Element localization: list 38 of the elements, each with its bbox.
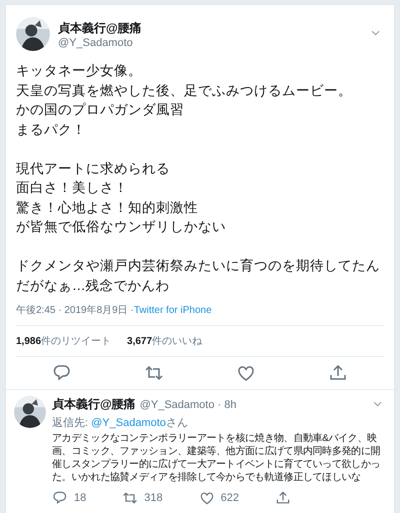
tweet-text-line: ドクメンタや瀬戸内芸術祭みたいに育つのを期待してたんだがなぁ…残念でかんわ — [16, 257, 381, 294]
tweet-text-line: 天皇の写真を燃やした後、足でふみつけるムービー。 — [16, 82, 353, 100]
heart-icon — [198, 490, 215, 506]
avatar[interactable] — [14, 396, 46, 428]
share-button[interactable] — [274, 490, 291, 506]
share-icon — [328, 363, 348, 383]
stat-count[interactable]: 3,677件のいいね — [127, 334, 202, 348]
avatar[interactable] — [16, 17, 50, 51]
share-button[interactable] — [328, 363, 348, 383]
speech-bubble-icon — [52, 490, 68, 506]
retweet-button[interactable]: 318 — [122, 490, 163, 506]
retweet-icon — [144, 363, 164, 383]
user-name: 貞本義行@腰痛 — [58, 20, 143, 36]
like-button[interactable] — [236, 363, 256, 383]
retweet-icon — [122, 490, 138, 506]
tweet-text-line: 驚き！心地よさ！知的刺激性 — [16, 198, 199, 216]
share-icon — [274, 490, 291, 506]
tweet-text-line: キッタネー少女像。 — [16, 62, 143, 80]
source-link[interactable]: Twitter for iPhone — [134, 305, 212, 316]
user-name: 貞本義行@腰痛 — [52, 396, 136, 413]
retweet-button[interactable] — [144, 363, 164, 383]
user-handle: @Y_Sadamoto · 8h — [140, 398, 236, 410]
tweet-text-line: が皆無で低俗なウンザリしかない — [16, 218, 227, 236]
tweet-text-line: まるパク！ — [16, 120, 87, 138]
reply-to-line: 返信先: @Y_Sadamotoさん — [52, 416, 189, 430]
mention-link[interactable]: @Y_Sadamoto — [91, 417, 166, 429]
tweet-text-line: かの国のプロパガンダ風習 — [16, 101, 185, 119]
heart-icon — [236, 363, 256, 383]
tweet-text-line: 面白さ！美しさ！ — [16, 179, 129, 197]
reply-button[interactable]: 18 — [52, 490, 86, 506]
like-button[interactable]: 622 — [198, 490, 239, 506]
tweet-timestamp: 午後2:45 · 2019年8月9日 · — [16, 304, 134, 317]
user-handle: @Y_Sadamoto — [58, 36, 134, 48]
reply-button[interactable] — [52, 363, 72, 383]
tweet-text-line: 現代アートに求められる — [16, 160, 171, 178]
speech-bubble-icon — [52, 363, 72, 383]
reply-text: アカデミックなコンテンポラリーアートを核に焼き物、自動車&バイク、映画、コミック、ファッション、建築等、他方面に広げて県内同時多発的に開催しスタンプラリー的に広げて一大アートイベントに育てていって欲しかった。いかれた協賛メディアを排除して今からでも軌道修正してほしいな — [52, 432, 382, 484]
stat-count[interactable]: 1,986件のリツイート — [16, 334, 112, 348]
